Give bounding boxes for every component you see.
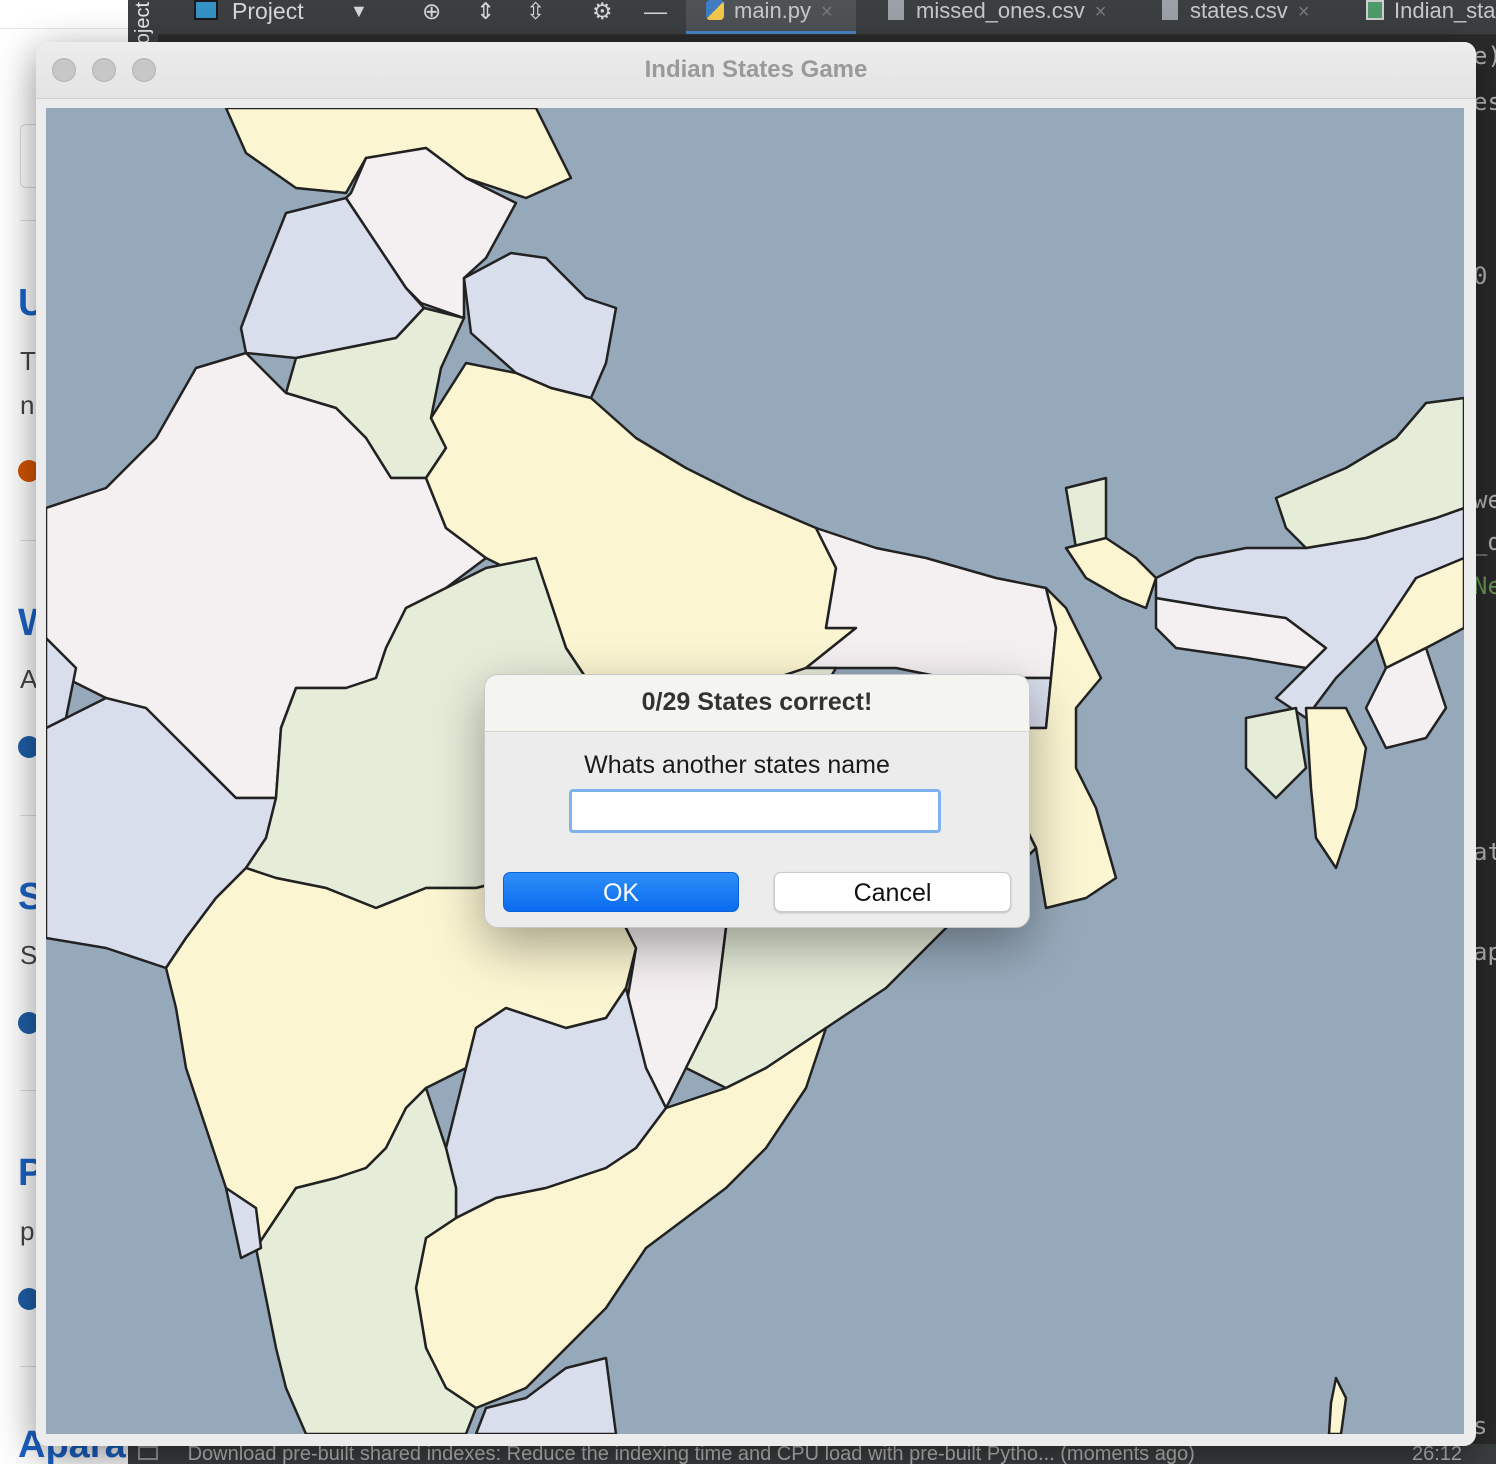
ok-button[interactable]: OK xyxy=(503,872,739,912)
hide-minus-icon[interactable]: — xyxy=(644,0,667,26)
state-region xyxy=(1364,646,1448,750)
close-icon[interactable]: × xyxy=(1298,1,1310,23)
close-icon[interactable]: × xyxy=(821,1,833,23)
result-snippet: n xyxy=(20,390,35,420)
gear-icon[interactable]: ⚙ xyxy=(592,0,613,26)
expand-all-icon[interactable]: ⇕ xyxy=(476,0,495,26)
code-fragment: Ne xyxy=(1473,572,1496,600)
code-fragment: ap xyxy=(1473,938,1496,966)
ide-status-bar: Download pre-built shared indexes: Reduc… xyxy=(128,1444,1496,1464)
python-file-icon xyxy=(706,0,724,20)
status-time: 26:12 xyxy=(1412,1444,1463,1464)
dialog-prompt: Whats another states name xyxy=(584,751,890,779)
state-region xyxy=(1244,706,1308,800)
dialog-title: 0/29 States correct! xyxy=(485,675,1029,732)
code-fragment: we xyxy=(1473,486,1496,514)
state-region xyxy=(1304,706,1368,870)
code-fragment: at xyxy=(1473,838,1496,866)
code-fragment: _d xyxy=(1473,528,1496,556)
state-region xyxy=(804,526,1058,680)
result-snippet: S xyxy=(20,940,38,970)
result-snippet: p xyxy=(20,1216,35,1246)
chevron-down-icon[interactable]: ▼ xyxy=(350,0,368,26)
state-name-input[interactable] xyxy=(569,789,941,833)
code-fragment: es xyxy=(1473,88,1496,116)
window-title-bar[interactable]: Indian States Game xyxy=(36,42,1476,99)
result-snippet: A xyxy=(20,664,38,694)
state-region xyxy=(1064,476,1108,550)
status-toggle-icon[interactable] xyxy=(138,1446,158,1460)
state-guess-dialog: 0/29 States correct! Whats another state… xyxy=(484,674,1030,928)
cancel-button[interactable]: Cancel xyxy=(774,872,1011,912)
window-title: Indian States Game xyxy=(644,56,868,83)
image-file-icon xyxy=(1366,0,1384,20)
tab-main-py[interactable]: main.py × xyxy=(686,0,856,34)
project-folder-icon xyxy=(194,0,218,20)
status-message[interactable]: Download pre-built shared indexes: Reduc… xyxy=(188,1444,1195,1464)
ide-toolbar: Project ▼ ⊕ ⇕ ⇳ ⚙ — main.py × missed_ones… xyxy=(158,0,1496,35)
collapse-all-icon[interactable]: ⇳ xyxy=(526,0,545,26)
project-view-label[interactable]: Project xyxy=(232,0,304,26)
code-fragment: e) xyxy=(1473,42,1496,70)
tab-missed-ones-csv[interactable]: missed_ones.csv × xyxy=(888,0,1106,34)
browser-top-strip xyxy=(0,0,128,29)
close-icon[interactable]: × xyxy=(1095,1,1107,23)
result-snippet: T xyxy=(20,346,36,376)
state-region xyxy=(1064,536,1158,610)
text-file-icon xyxy=(888,0,904,20)
state-region xyxy=(1327,1376,1348,1434)
tab-indian-states-image[interactable]: Indian_sta xyxy=(1366,0,1496,34)
locate-target-icon[interactable]: ⊕ xyxy=(422,0,441,26)
text-file-icon xyxy=(1162,0,1178,20)
tab-states-csv[interactable]: states.csv × xyxy=(1162,0,1310,34)
